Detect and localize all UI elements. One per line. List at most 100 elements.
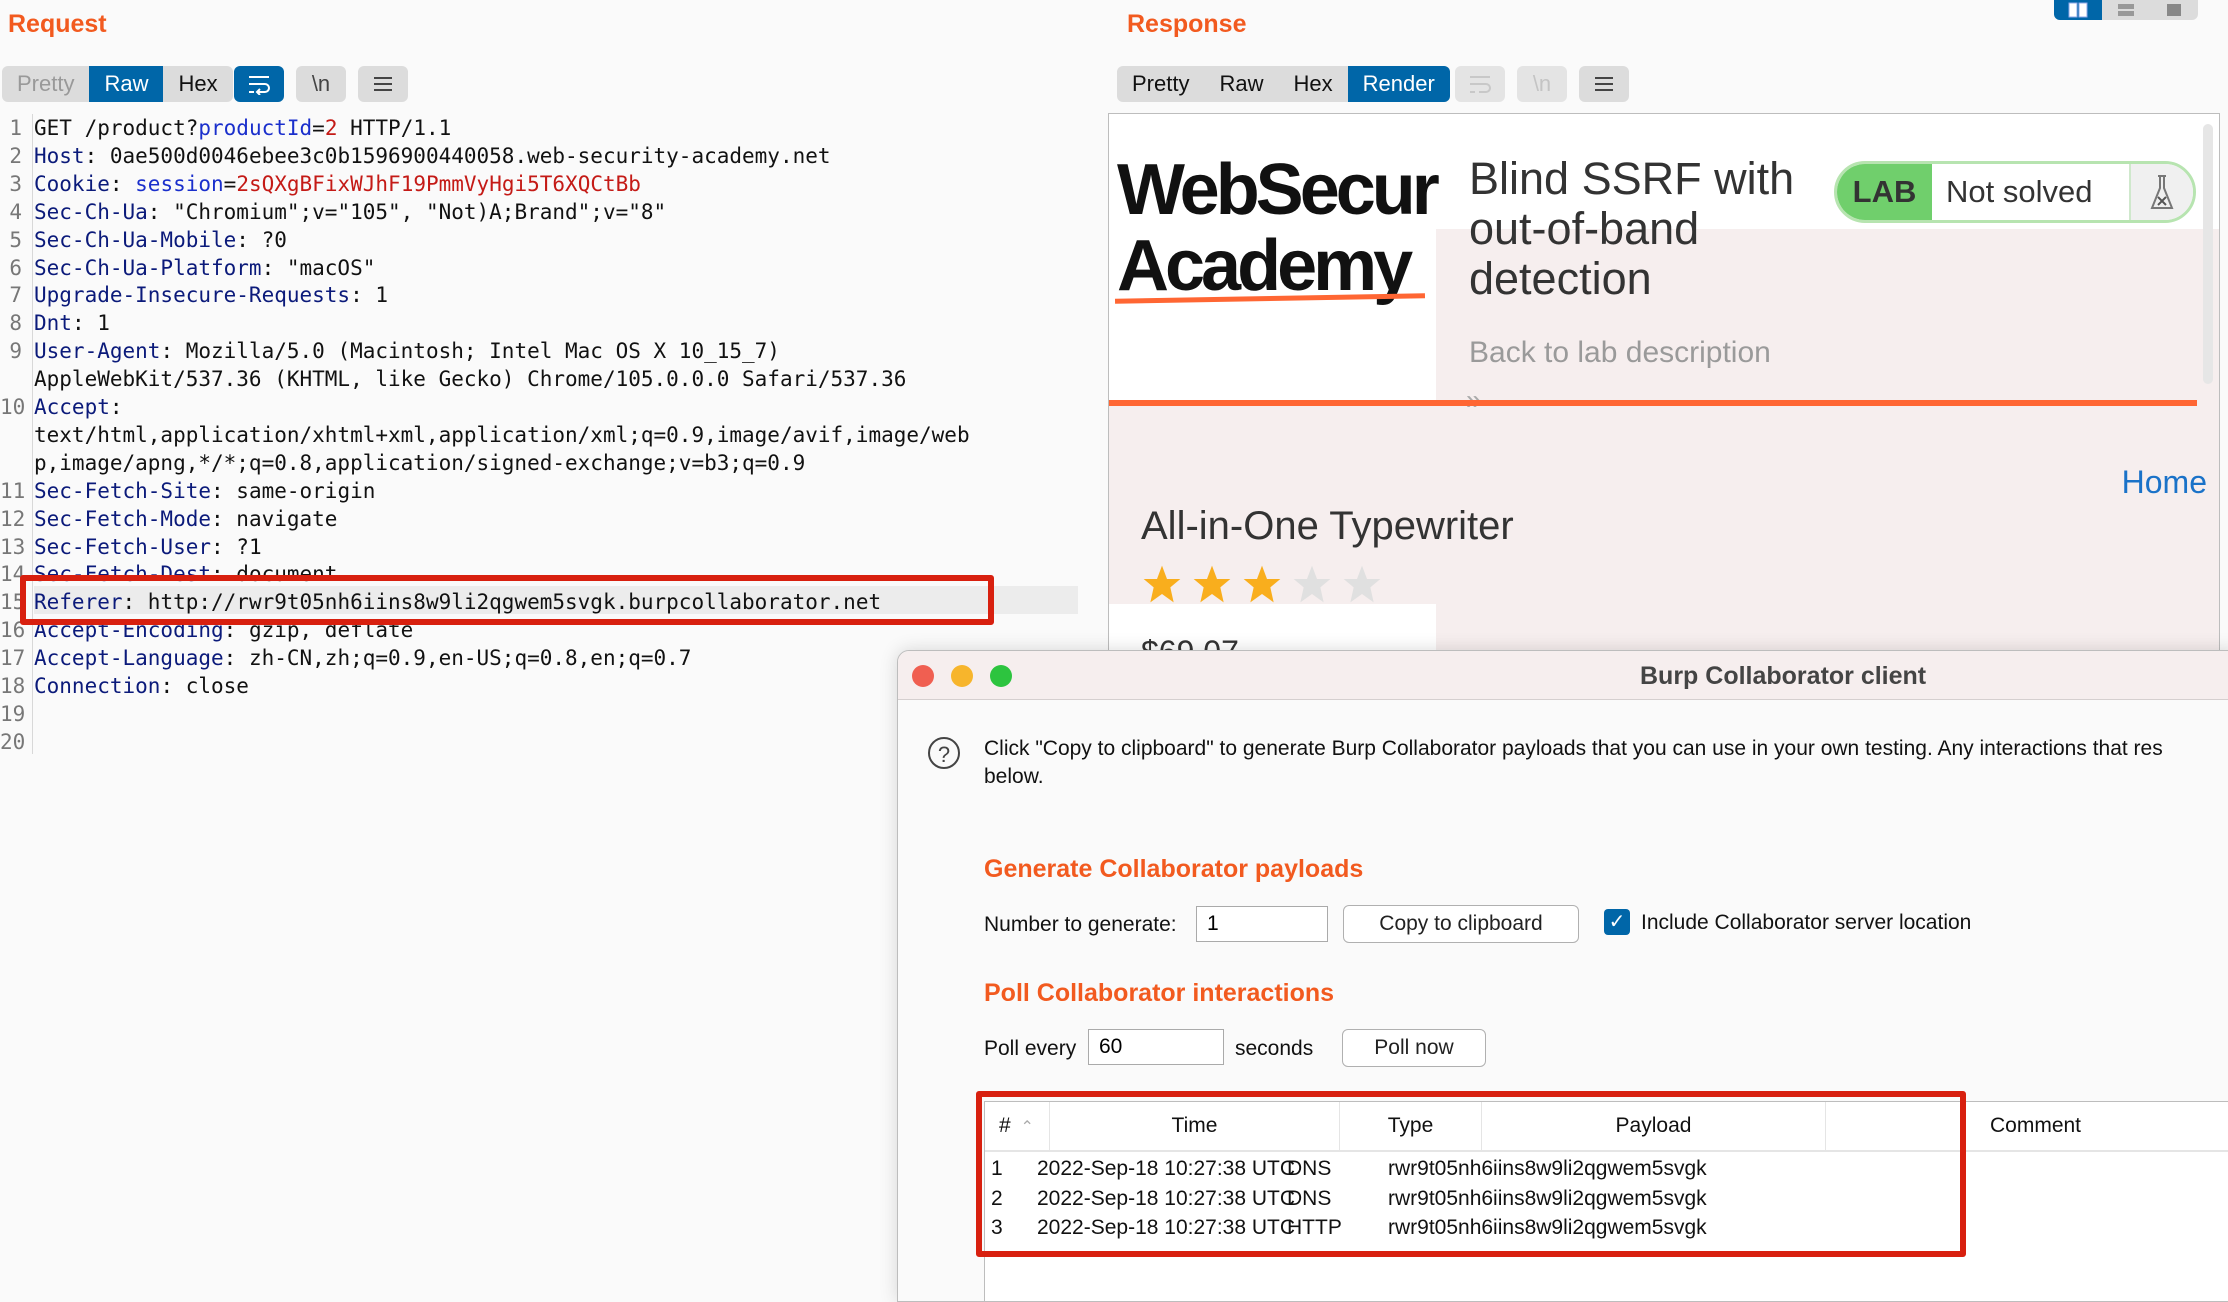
response-title: Response: [1127, 10, 1247, 38]
menu-icon: [1595, 77, 1613, 91]
code-text: : navigate: [211, 506, 338, 531]
header-name: Host: [34, 143, 85, 168]
line-number: 8: [9, 311, 22, 336]
header-name: Connection: [34, 674, 161, 698]
request-tab-hex[interactable]: Hex: [163, 66, 232, 102]
response-tab-pretty[interactable]: Pretty: [1117, 66, 1204, 102]
window-titlebar: Burp Collaborator client: [898, 651, 2228, 700]
include-server-location-checkbox[interactable]: ✓: [1604, 909, 1630, 935]
request-view-tabs: Pretty Raw Hex: [2, 66, 233, 102]
code-line: 7 Upgrade-Insecure-Requests: 1: [0, 281, 388, 309]
param-value: 2: [324, 116, 338, 140]
header-divider: [1109, 400, 2197, 406]
star-empty-icon: [1343, 565, 1381, 603]
line-number: 1: [9, 116, 22, 140]
window-title: Burp Collaborator client: [1640, 662, 1927, 690]
response-tab-hex[interactable]: Hex: [1278, 66, 1347, 102]
header-name: Cookie: [34, 171, 110, 196]
line-number: 6: [9, 255, 22, 280]
header-name: Dnt: [34, 311, 72, 336]
code-text: : same-origin: [211, 478, 376, 503]
home-link[interactable]: Home: [2122, 464, 2207, 501]
generate-section-title: Generate Collaborator payloads: [984, 855, 1364, 883]
poll-now-button[interactable]: Poll now: [1342, 1029, 1486, 1067]
code-line: 9 User-Agent: Mozilla/5.0 (Macintosh; Int…: [0, 337, 780, 365]
number-to-generate-input[interactable]: [1196, 906, 1328, 942]
code-text: : 0ae500d0046ebee3c0b1596900440058.web-s…: [84, 143, 831, 168]
header-name: Accept-Language: [34, 646, 224, 671]
logo-line-2: Academy: [1117, 226, 1413, 306]
code-text: : zh-CN,zh;q=0.9,en-US;q=0.8,en;q=0.7: [223, 646, 692, 671]
code-line: 20: [0, 728, 34, 756]
product-name: All-in-One Typewriter: [1141, 504, 1514, 548]
code-text: =: [312, 116, 325, 140]
request-tab-pretty[interactable]: Pretty: [2, 66, 89, 102]
line-number: 12: [0, 506, 26, 531]
lab-status-badge: LAB Not solved: [1834, 161, 2196, 223]
header-name: Sec-Ch-Ua-Platform: [34, 255, 262, 280]
product-rating: [1141, 564, 1383, 604]
code-line: text/html,application/xhtml+xml,applicat…: [0, 421, 970, 449]
code-text: :: [109, 395, 123, 419]
code-text: AppleWebKit/537.36 (KHTML, like Gecko) C…: [34, 367, 907, 392]
newline-icon: \n: [311, 71, 331, 96]
code-text: =: [223, 171, 237, 196]
info-text: Click "Copy to clipboard" to generate Bu…: [984, 735, 2228, 791]
layout-side-by-side-button[interactable]: [2054, 0, 2102, 20]
info-text-line-2: below.: [984, 765, 1044, 788]
line-number: 16: [0, 618, 26, 643]
number-to-generate-label: Number to generate:: [984, 913, 1177, 936]
line-number: 13: [0, 534, 26, 559]
request-menu-button[interactable]: [358, 66, 408, 102]
request-newline-button[interactable]: \n: [296, 66, 346, 102]
back-to-lab-description-link[interactable]: Back to lab description: [1469, 336, 1771, 370]
response-newline-button[interactable]: \n: [1517, 66, 1567, 102]
poll-every-label: Poll every: [984, 1037, 1077, 1060]
line-number: 9: [9, 339, 22, 364]
code-line: 5 Sec-Ch-Ua-Mobile: ?0: [0, 226, 287, 254]
collaborator-client-window: Burp Collaborator client ? Click "Copy t…: [897, 650, 2228, 1302]
copy-to-clipboard-button[interactable]: Copy to clipboard: [1343, 905, 1579, 943]
request-tab-raw[interactable]: Raw: [89, 66, 164, 102]
render-scrollbar[interactable]: [2203, 124, 2213, 384]
seconds-label: seconds: [1235, 1037, 1314, 1060]
code-line: 19: [0, 700, 34, 728]
star-filled-icon: [1193, 565, 1231, 603]
header-name: User-Agent: [34, 339, 161, 364]
header-name: Sec-Fetch-Mode: [34, 506, 212, 531]
header-name: Sec-Ch-Ua: [34, 199, 148, 224]
header-name: Sec-Ch-Ua-Mobile: [34, 227, 237, 252]
code-line: 4 Sec-Ch-Ua: "Chromium";v="105", "Not)A;B…: [0, 198, 666, 226]
response-tab-raw[interactable]: Raw: [1204, 66, 1278, 102]
layout-stacked-button[interactable]: [2102, 0, 2150, 20]
line-number: 3: [9, 171, 22, 196]
poll-section-title: Poll Collaborator interactions: [984, 979, 1335, 1007]
newline-icon: \n: [1532, 71, 1552, 96]
layout-switch: [2054, 0, 2198, 20]
code-line: AppleWebKit/537.36 (KHTML, like Gecko) C…: [0, 365, 906, 393]
code-text: HTTP/1.1: [337, 116, 452, 140]
menu-icon: [374, 77, 392, 91]
code-line: 13 Sec-Fetch-User: ?1: [0, 533, 262, 561]
line-number: 18: [0, 674, 26, 698]
wrap-lines-icon: [1470, 76, 1491, 93]
code-text: p,image/apng,*/*;q=0.8,application/signe…: [34, 450, 806, 475]
response-menu-button[interactable]: [1579, 66, 1629, 102]
header-name: Sec-Fetch-Site: [34, 478, 212, 503]
request-wrap-lines-button[interactable]: [234, 66, 284, 102]
response-wrap-lines-button[interactable]: [1455, 66, 1505, 102]
layout-single-button[interactable]: [2150, 0, 2198, 20]
lab-title: Blind SSRF with out-of-band detection: [1469, 153, 1795, 304]
code-line: 1 GET /product?productId=2 HTTP/1.1: [0, 114, 451, 142]
interactions-annotation-box: [976, 1091, 1966, 1257]
response-view-tabs: Pretty Raw Hex Render: [1117, 66, 1450, 102]
line-number: 19: [0, 701, 26, 726]
include-server-location-label: Include Collaborator server location: [1641, 911, 1972, 934]
star-filled-icon: [1143, 565, 1181, 603]
code-line: 2 Host: 0ae500d0046ebee3c0b1596900440058.…: [0, 142, 831, 170]
poll-interval-input[interactable]: [1088, 1029, 1224, 1065]
response-tab-render[interactable]: Render: [1347, 66, 1450, 102]
rows-icon: [2118, 4, 2134, 16]
code-text: GET /product?: [34, 116, 199, 140]
line-number: 5: [9, 227, 22, 252]
